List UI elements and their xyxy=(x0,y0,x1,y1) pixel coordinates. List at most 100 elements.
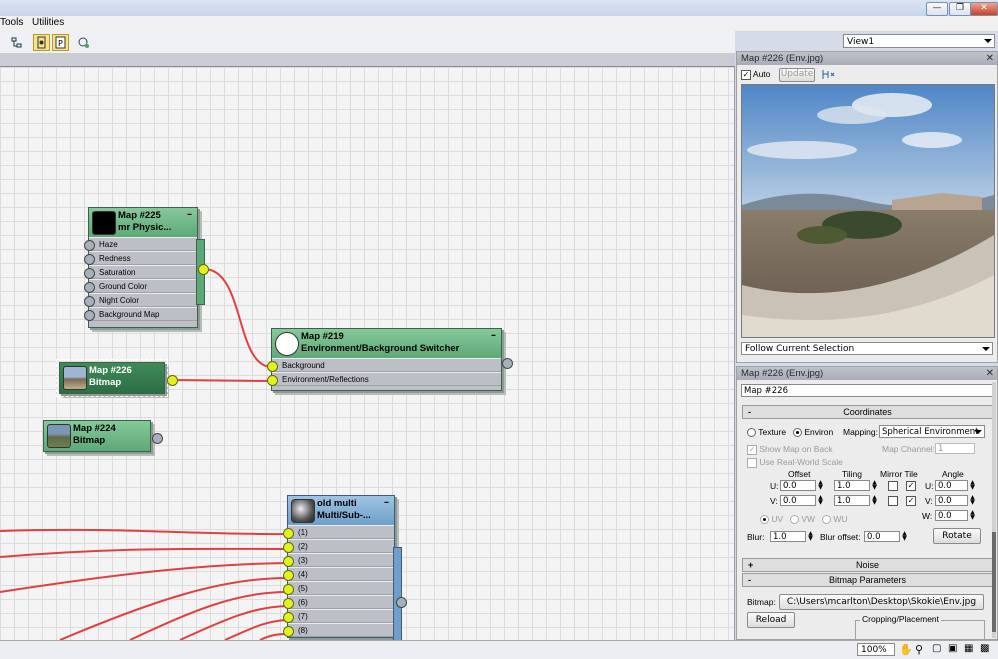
u-offset-field[interactable]: 0.0 xyxy=(780,480,816,491)
blur-field[interactable]: 1.0 xyxy=(770,531,806,542)
slot-background[interactable]: Background xyxy=(267,358,501,372)
input-socket[interactable] xyxy=(267,361,278,372)
slot-4[interactable]: (4) xyxy=(283,567,394,581)
layout-icon[interactable] xyxy=(75,34,92,51)
u-offset-spinner[interactable]: ▲ ▼ xyxy=(817,480,824,491)
zoom-selected-icon[interactable]: ▦ xyxy=(964,643,973,654)
bitmap-path-button[interactable]: C:\Users\mcarlton\Desktop\Skokie\Env.jpg xyxy=(779,594,984,610)
input-socket[interactable] xyxy=(84,240,95,251)
map-name-field[interactable]: Map #226 xyxy=(741,384,993,397)
map-channel-field[interactable]: 1 xyxy=(935,443,975,454)
node-header[interactable]: Map #225 mr Physic... – xyxy=(89,208,197,237)
noise-rollout[interactable]: + Noise xyxy=(742,558,993,572)
node-map-219[interactable]: Map #219 Environment/Background Switcher… xyxy=(267,328,502,391)
input-socket[interactable] xyxy=(84,268,95,279)
input-socket[interactable] xyxy=(283,612,294,623)
blur-offset-field[interactable]: 0.0 xyxy=(864,531,900,542)
input-socket[interactable] xyxy=(283,570,294,581)
menu-utilities[interactable]: Utilities xyxy=(32,17,64,28)
input-socket[interactable] xyxy=(283,556,294,567)
output-socket[interactable] xyxy=(198,264,209,275)
slot-saturation[interactable]: Saturation xyxy=(84,265,197,279)
output-socket[interactable] xyxy=(396,597,407,608)
v-offset-spinner[interactable]: ▲ ▼ xyxy=(817,495,824,506)
auto-checkbox[interactable]: ✓ Auto xyxy=(741,69,770,80)
slot-haze[interactable]: Haze xyxy=(84,237,197,251)
output-socket[interactable] xyxy=(167,375,178,386)
zoom-region-icon[interactable]: ▢ xyxy=(932,643,941,654)
input-socket[interactable] xyxy=(84,310,95,321)
pan-hand-icon[interactable]: ✋ xyxy=(899,643,913,656)
uv-radio[interactable]: UV xyxy=(760,514,783,525)
node-map-225[interactable]: Map #225 mr Physic... – Haze Redness Sat… xyxy=(84,207,198,328)
collapse-icon[interactable]: – xyxy=(187,209,192,220)
slot-night-color[interactable]: Night Color xyxy=(84,293,197,307)
collapse-icon[interactable]: – xyxy=(491,330,496,341)
slot-background-map[interactable]: Background Map xyxy=(84,307,197,321)
slot-3[interactable]: (3) xyxy=(283,553,394,567)
input-socket[interactable] xyxy=(283,598,294,609)
view-select[interactable]: View1 xyxy=(843,34,995,48)
v-offset-field[interactable]: 0.0 xyxy=(780,495,816,506)
pin-icon[interactable] xyxy=(821,68,835,81)
input-socket[interactable] xyxy=(283,584,294,595)
zoom-icon[interactable]: ⚲ xyxy=(915,643,923,656)
zoom-select[interactable]: 100% xyxy=(857,643,895,656)
environ-radio[interactable]: Environ xyxy=(793,427,833,438)
minimize-button[interactable]: — xyxy=(926,2,948,16)
close-icon[interactable]: ✕ xyxy=(986,367,994,380)
slot-ground-color[interactable]: Ground Color xyxy=(84,279,197,293)
close-icon[interactable]: ✕ xyxy=(986,52,994,65)
show-map-on-back-checkbox[interactable]: ✓ Show Map on Back xyxy=(747,444,833,455)
reload-button[interactable]: Reload xyxy=(747,612,795,628)
blur-offset-spinner[interactable]: ▲ ▼ xyxy=(901,531,908,542)
panel-scrollbar[interactable] xyxy=(992,382,996,638)
coordinates-rollout[interactable]: - Coordinates xyxy=(742,405,993,419)
texture-radio[interactable]: Texture xyxy=(747,427,786,438)
slot-environment-reflections[interactable]: Environment/Reflections xyxy=(267,372,501,386)
v-angle-spinner[interactable]: ▲ ▼ xyxy=(969,495,976,506)
input-socket[interactable] xyxy=(283,542,294,553)
v-tiling-field[interactable]: 1.0 xyxy=(834,495,870,506)
w-angle-field[interactable]: 0.0 xyxy=(935,510,968,521)
show-connections-icon[interactable] xyxy=(33,34,50,51)
v-tile-checkbox[interactable]: ✓ xyxy=(906,496,916,506)
output-socket[interactable] xyxy=(152,433,163,444)
u-tiling-field[interactable]: 1.0 xyxy=(834,480,870,491)
wu-radio[interactable]: WU xyxy=(822,514,848,525)
node-header[interactable]: Map #226 Bitmap xyxy=(60,363,164,393)
slot-8[interactable]: (8) xyxy=(283,623,394,637)
input-socket[interactable] xyxy=(283,528,294,539)
restore-button[interactable]: ❐ xyxy=(949,2,971,16)
u-angle-field[interactable]: 0.0 xyxy=(935,480,968,491)
input-socket[interactable] xyxy=(283,626,294,637)
input-socket[interactable] xyxy=(267,375,278,386)
scrollbar-thumb[interactable] xyxy=(992,532,996,632)
input-socket[interactable] xyxy=(84,254,95,265)
v-angle-field[interactable]: 0.0 xyxy=(935,495,968,506)
slot-6[interactable]: (6) xyxy=(283,595,394,609)
node-old-multi[interactable]: old multi Multi/Sub-... – (1) (2) (3) (4… xyxy=(283,495,395,638)
rotate-button[interactable]: Rotate xyxy=(933,528,981,544)
u-mirror-checkbox[interactable] xyxy=(888,481,898,491)
zoom-extents-icon[interactable]: ▣ xyxy=(948,643,957,654)
u-angle-spinner[interactable]: ▲ ▼ xyxy=(969,480,976,491)
node-header[interactable]: old multi Multi/Sub-... – xyxy=(288,496,394,525)
node-header[interactable]: Map #224 Bitmap xyxy=(44,421,150,451)
slot-5[interactable]: (5) xyxy=(283,581,394,595)
blur-spinner[interactable]: ▲ ▼ xyxy=(807,531,814,542)
show-parameters-icon[interactable]: P xyxy=(52,34,69,51)
output-socket[interactable] xyxy=(502,358,513,369)
w-angle-spinner[interactable]: ▲ ▼ xyxy=(969,510,976,521)
node-map-226[interactable]: Map #226 Bitmap xyxy=(56,359,168,397)
slot-redness[interactable]: Redness xyxy=(84,251,197,265)
mapping-select[interactable]: Spherical Environment xyxy=(879,425,985,438)
hierarchy-icon[interactable] xyxy=(8,34,25,51)
input-socket[interactable] xyxy=(84,296,95,307)
menu-tools[interactable]: Tools xyxy=(0,17,23,28)
node-map-224[interactable]: Map #224 Bitmap xyxy=(43,420,151,452)
update-button[interactable]: Update xyxy=(779,68,815,82)
real-world-scale-checkbox[interactable]: Use Real-World Scale xyxy=(747,457,843,468)
collapse-icon[interactable]: – xyxy=(384,497,389,508)
v-tiling-spinner[interactable]: ▲ ▼ xyxy=(871,495,878,506)
